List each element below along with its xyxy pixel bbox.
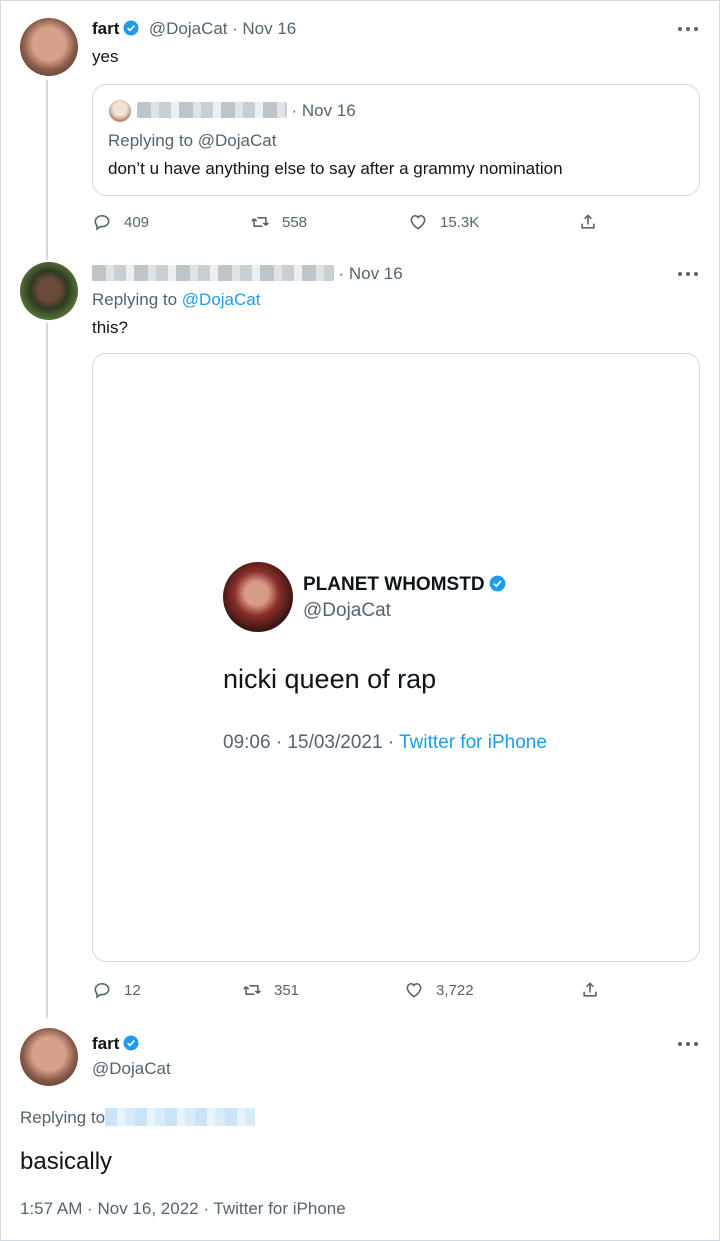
reply-icon: [94, 982, 110, 999]
like-count: 15.3K: [440, 213, 480, 231]
retweet-icon: [243, 985, 261, 995]
replying-label: Replying to: [92, 290, 182, 309]
tweet-image[interactable]: PLANET WHOMSTD @DojaCat nicki queen of r…: [92, 353, 700, 962]
quote-text: don’t u have anything else to say after …: [108, 159, 563, 178]
tweet-actions: 12 351 3,722: [92, 980, 612, 1000]
reply-button[interactable]: 12: [92, 980, 242, 1000]
like-button[interactable]: 3,722: [404, 980, 580, 1000]
embedded-text: nicki queen of rap: [223, 664, 437, 694]
replying-to: Replying to @DojaCat: [92, 290, 260, 310]
like-icon: [406, 982, 422, 998]
like-icon: [410, 214, 426, 230]
author-handle[interactable]: @DojaCat: [149, 19, 228, 38]
quote-date: · Nov 16: [291, 101, 356, 120]
embedded-avatar: [223, 562, 293, 632]
blurred-name: [137, 102, 287, 118]
reply-count: 409: [124, 213, 150, 231]
more-icon[interactable]: [678, 272, 698, 278]
retweet-button[interactable]: 558: [250, 212, 408, 232]
replying-label: Replying to: [20, 1108, 106, 1127]
more-icon[interactable]: [678, 1042, 698, 1048]
avatar: [109, 100, 131, 122]
author-name[interactable]: fart: [92, 19, 119, 38]
share-button[interactable]: [580, 980, 600, 1000]
replying-handle-link[interactable]: @DojaCat: [182, 290, 261, 309]
avatar[interactable]: [20, 18, 78, 76]
reply-icon: [94, 214, 110, 231]
tweet-meta: 1:57 AM · Nov 16, 2022 · Twitter for iPh…: [20, 1199, 346, 1218]
like-count: 3,722: [436, 981, 474, 999]
verified-badge-icon: [123, 1035, 139, 1051]
share-icon: [581, 214, 595, 229]
tweet-date[interactable]: · Nov 16: [232, 19, 296, 38]
tweet-text: yes: [92, 47, 119, 66]
author-handle[interactable]: @DojaCat: [92, 1059, 171, 1079]
retweet-count: 351: [274, 981, 300, 999]
avatar[interactable]: [20, 1028, 78, 1086]
quoted-tweet[interactable]: · Nov 16 Replying to @DojaCat don’t u ha…: [92, 84, 700, 196]
tweet-actions: 409 558 15.3K: [92, 212, 612, 232]
embedded-name: PLANET WHOMSTD: [303, 574, 485, 595]
like-button[interactable]: 15.3K: [408, 212, 578, 232]
share-icon: [583, 982, 597, 997]
share-button[interactable]: [578, 212, 598, 232]
embedded-meta: 09:06 · 15/03/2021 ·: [223, 732, 400, 753]
reply-count: 12: [124, 981, 141, 999]
retweet-button[interactable]: 351: [242, 980, 404, 1000]
embedded-handle: @DojaCat: [303, 600, 391, 621]
blurred-name: [92, 265, 334, 281]
author-name[interactable]: fart: [92, 1034, 119, 1053]
retweet-count: 558: [282, 213, 308, 231]
embedded-source: Twitter for iPhone: [399, 732, 547, 753]
verified-badge-icon: [489, 575, 505, 592]
thread-line: [46, 80, 48, 260]
more-icon[interactable]: [678, 27, 698, 33]
replying-to: Replying to: [20, 1108, 256, 1128]
quote-replying: Replying to @DojaCat: [108, 131, 277, 150]
tweet-text: this?: [92, 318, 128, 337]
tweet-date[interactable]: · Nov 16: [338, 264, 402, 283]
reply-button[interactable]: 409: [92, 212, 250, 232]
retweet-icon: [251, 217, 269, 227]
blurred-handle[interactable]: [105, 1108, 256, 1126]
thread-line: [46, 323, 48, 1018]
verified-badge-icon: [123, 20, 139, 36]
tweet-text: basically: [20, 1148, 113, 1175]
avatar[interactable]: [20, 262, 78, 320]
